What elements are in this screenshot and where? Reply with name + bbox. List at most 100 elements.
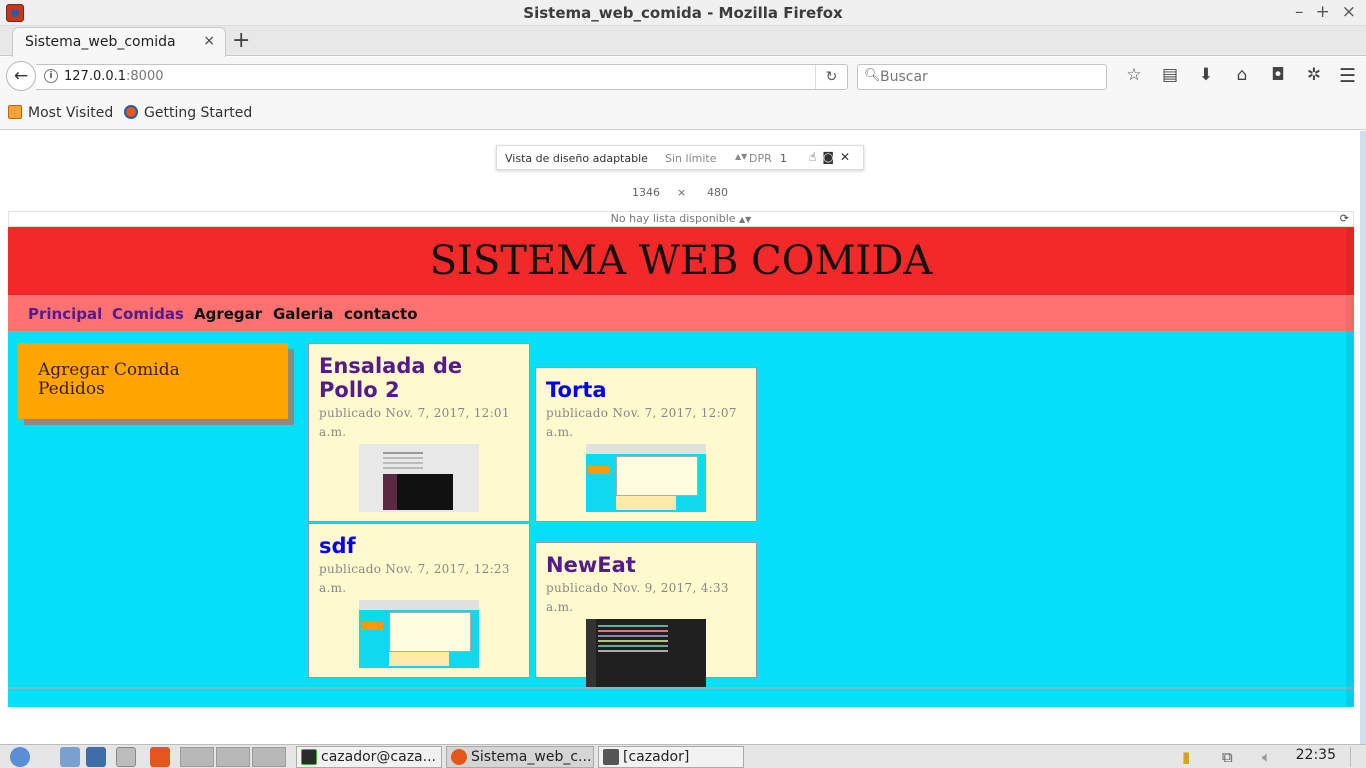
sidebar-panel: Agregar Comida Pedidos <box>18 343 288 419</box>
post-title-link[interactable]: Ensalada de Pollo 2 <box>319 354 519 402</box>
dropdown-arrow-icon: ▲▼ <box>739 215 752 224</box>
menu-icon[interactable]: ☰ <box>1339 65 1356 87</box>
post-title-link[interactable]: NewEat <box>546 553 746 577</box>
post-date: publicado Nov. 7, 2017, 12:01 a.m. <box>319 406 510 439</box>
post-thumbnail[interactable] <box>359 444 479 512</box>
pocket-icon[interactable]: ◘ <box>1260 65 1296 85</box>
device-list-text: No hay lista disponible <box>610 212 736 225</box>
bookmark-star-icon[interactable]: ☆ <box>1116 65 1152 85</box>
window-controls: – + × <box>1295 2 1356 22</box>
bookmark-most-visited[interactable]: Most Visited <box>8 105 113 121</box>
search-bar[interactable]: 🔍︎ <box>857 64 1107 90</box>
viewport-height[interactable]: 480 <box>707 186 728 199</box>
post-title-link[interactable]: Torta <box>546 378 746 402</box>
reload-icon[interactable]: ↻ <box>815 65 847 89</box>
maximize-icon[interactable]: + <box>1316 2 1330 22</box>
control-center-icon[interactable] <box>86 747 106 767</box>
browser-scrollbar[interactable] <box>1360 131 1366 744</box>
taskbar: cazador@caza... Sistema_web_c... [cazado… <box>0 744 1366 768</box>
folder-icon <box>603 749 619 765</box>
window-titlebar: Sistema_web_comida - Mozilla Firefox – +… <box>0 0 1366 26</box>
start-menu-icon[interactable] <box>10 747 30 767</box>
device-selector[interactable]: Sin límite <box>665 152 716 165</box>
workspace-3[interactable] <box>252 747 286 767</box>
touch-simulation-icon[interactable]: ☝ <box>809 150 816 164</box>
sidebar-link-pedidos[interactable]: Pedidos <box>38 380 268 399</box>
post-date: publicado Nov. 7, 2017, 12:07 a.m. <box>546 406 737 439</box>
tab-label: Sistema_web_comida <box>25 34 176 50</box>
browser-content: Vista de diseño adaptable Sin límite ▲▼ … <box>0 131 1366 744</box>
back-button[interactable]: ← <box>6 61 36 91</box>
taskbar-firefox[interactable]: Sistema_web_c... <box>446 746 594 768</box>
rdm-title: Vista de diseño adaptable <box>505 152 648 165</box>
home-icon[interactable]: ⌂ <box>1224 65 1260 85</box>
network-icon[interactable]: ⧉ <box>1222 748 1233 766</box>
device-list-dropdown[interactable]: No hay lista disponible ▲▼ ⟳ <box>8 211 1354 227</box>
page-footer-divider <box>8 687 1354 689</box>
url-bar[interactable]: i 127.0.0.1:8000 ↻ <box>36 64 848 90</box>
nav-link-principal[interactable]: Principal <box>28 305 102 323</box>
search-icon: 🔍︎ <box>864 68 881 83</box>
tab-sistema-web-comida[interactable]: Sistema_web_comida × <box>12 27 226 57</box>
firefox-launcher-icon[interactable] <box>150 747 170 767</box>
post-date: publicado Nov. 9, 2017, 4:33 a.m. <box>546 581 729 614</box>
screenshot-icon[interactable]: ◙ <box>822 150 834 164</box>
taskbar-folder[interactable]: [cazador] <box>598 746 744 768</box>
post-title-link[interactable]: sdf <box>319 534 519 558</box>
new-tab-button[interactable]: + <box>232 28 250 53</box>
workspace-1[interactable] <box>180 747 214 767</box>
show-desktop-icon[interactable] <box>116 747 136 767</box>
post-thumbnail[interactable] <box>586 444 706 512</box>
search-input[interactable] <box>880 68 1100 86</box>
minimize-icon[interactable]: – <box>1295 2 1304 22</box>
devtools-icon[interactable]: ✲ <box>1296 65 1332 85</box>
tab-strip: Sistema_web_comida × + <box>0 26 1366 57</box>
dpr-selector[interactable]: 1 <box>780 152 787 165</box>
volume-icon[interactable]: 🔈︎ <box>1262 748 1271 766</box>
post-date: publicado Nov. 7, 2017, 12:23 a.m. <box>319 562 510 595</box>
battery-icon[interactable]: ▮ <box>1182 748 1190 766</box>
bookmarks-toolbar: Most Visited Getting Started <box>0 97 1366 130</box>
nav-link-contacto[interactable]: contacto <box>344 305 418 323</box>
download-icon[interactable]: ⬇ <box>1188 65 1224 85</box>
rotate-viewport-icon[interactable]: ⟳ <box>1340 212 1349 226</box>
page-viewport: SISTEMA WEB COMIDA Principal Comidas Agr… <box>8 227 1354 707</box>
viewport-width[interactable]: 1346 <box>632 186 660 199</box>
firefox-icon <box>451 749 467 765</box>
show-desktop-edge[interactable] <box>1350 747 1362 767</box>
site-title: SISTEMA WEB COMIDA <box>429 238 933 284</box>
close-icon[interactable]: × <box>1342 2 1356 22</box>
file-manager-icon[interactable] <box>60 747 80 767</box>
viewport-scrollbar[interactable] <box>1346 227 1354 707</box>
toolbar-icons: ☆ ▤ ⬇ ⌂ ◘ ✲ <box>1116 65 1332 85</box>
close-rdm-icon[interactable]: ✕ <box>840 150 850 164</box>
clock[interactable]: 22:35 <box>1296 747 1336 763</box>
responsive-design-toolbar: Vista de diseño adaptable Sin límite ▲▼ … <box>496 145 864 170</box>
post-thumbnail[interactable] <box>586 619 706 687</box>
post-card: Ensalada de Pollo 2 publicado Nov. 7, 20… <box>308 343 530 522</box>
firefox-icon <box>124 105 138 119</box>
url-port: :8000 <box>126 69 164 84</box>
url-host: 127.0.0.1 <box>64 69 127 84</box>
bookmark-label: Most Visited <box>28 105 114 121</box>
sidebar-link-agregar-comida[interactable]: Agregar Comida <box>38 361 268 380</box>
workspace-2[interactable] <box>216 747 250 767</box>
reading-list-icon[interactable]: ▤ <box>1152 65 1188 85</box>
taskbar-folder-label: [cazador] <box>623 749 690 765</box>
tab-close-icon[interactable]: × <box>203 33 215 49</box>
url-text[interactable]: 127.0.0.1:8000 <box>64 69 164 84</box>
nav-link-galeria[interactable]: Galeria <box>273 305 333 323</box>
post-thumbnail[interactable] <box>359 600 479 668</box>
dimension-separator: × <box>677 186 687 199</box>
taskbar-terminal-label: cazador@caza... <box>321 749 436 765</box>
device-selector-arrow-icon[interactable]: ▲▼ <box>735 152 747 161</box>
nav-link-comidas[interactable]: Comidas <box>112 305 184 323</box>
taskbar-terminal[interactable]: cazador@caza... <box>296 746 442 768</box>
rdm-actions: ☝ ◙ ✕ <box>809 150 850 164</box>
bookmark-getting-started[interactable]: Getting Started <box>124 105 252 121</box>
bookmark-label: Getting Started <box>144 105 253 121</box>
site-info-icon[interactable]: i <box>44 69 58 83</box>
most-visited-icon <box>8 105 22 119</box>
nav-link-agregar[interactable]: Agregar <box>194 305 262 323</box>
post-card: NewEat publicado Nov. 9, 2017, 4:33 a.m. <box>535 542 757 687</box>
